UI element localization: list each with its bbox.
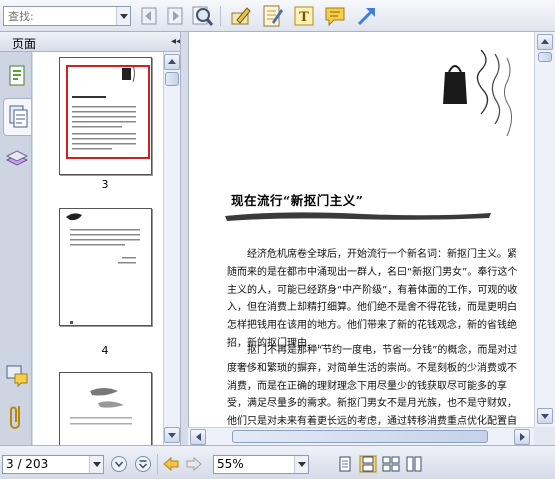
scroll-thumb[interactable] (165, 72, 179, 86)
chapter-illustration (443, 49, 513, 137)
text-tool-button[interactable]: T (292, 4, 316, 28)
pages-icon (9, 105, 28, 128)
sidebar-tab-strip (0, 52, 32, 445)
prev-result-button[interactable] (137, 4, 161, 28)
thumbnail-scrollbar[interactable] (163, 52, 180, 445)
search-box[interactable] (3, 6, 131, 26)
advanced-search-icon (192, 6, 214, 26)
go-back-button[interactable] (162, 455, 180, 473)
comment-tool-icon (325, 7, 345, 27)
page-dropdown-icon[interactable] (89, 456, 103, 473)
note-tool-button[interactable] (260, 4, 284, 28)
layers-icon (5, 150, 29, 166)
scroll-down-icon[interactable] (164, 427, 180, 443)
svg-text:T: T (299, 10, 309, 25)
scroll-up-icon[interactable] (537, 34, 553, 50)
document-page: 现在流行“新抠门主义” 经济危机席卷全球后，开始流行一个新名词：新抠门主义。紧随… (197, 32, 534, 427)
article-title: 现在流行“新抠门主义” (231, 193, 364, 208)
comments-icon (6, 365, 28, 388)
next-result-button[interactable] (163, 4, 187, 28)
continuous-icon (359, 455, 377, 473)
text-tool-icon: T (294, 6, 314, 26)
toolbar: T (0, 0, 555, 32)
go-forward-button[interactable] (185, 455, 203, 473)
continuous-button[interactable] (359, 455, 377, 473)
arrow-tool-button[interactable] (355, 4, 379, 28)
comments-tab[interactable] (3, 358, 31, 396)
search-dropdown-icon[interactable] (116, 7, 130, 25)
thumbnails-tab[interactable] (3, 58, 31, 96)
zoom-select[interactable]: 55% (213, 455, 309, 474)
document-horizontal-scrollbar[interactable] (188, 427, 534, 445)
scroll-thumb[interactable] (232, 430, 488, 443)
comment-tool-button[interactable] (323, 4, 347, 28)
advanced-search-button[interactable] (190, 4, 214, 28)
thumbnail-page-4[interactable] (59, 208, 152, 326)
scrollbar-corner (534, 427, 555, 445)
thumbnail-panel[interactable]: 3 4 (33, 52, 163, 445)
paperclip-icon (10, 406, 20, 429)
sidebar-title: 页面 (12, 37, 37, 51)
page-number-field[interactable]: 3 / 203 (2, 455, 104, 474)
scroll-thumb[interactable] (538, 52, 552, 62)
next-page-button[interactable] (110, 455, 128, 473)
layers-tab[interactable] (3, 140, 31, 178)
thumbnail-page-number: 3 (101, 178, 109, 191)
select-tool-icon (231, 7, 251, 25)
thumbnail-page-content (72, 65, 136, 150)
zoom-dropdown-icon[interactable] (294, 456, 308, 473)
scroll-right-icon[interactable] (514, 429, 530, 445)
thumbnail-page-5[interactable] (59, 372, 152, 445)
single-page-button[interactable] (336, 455, 354, 473)
facing-icon (382, 456, 400, 472)
scroll-down-icon[interactable] (537, 408, 553, 424)
next-result-icon (167, 7, 183, 25)
paragraph: 抠门不再是那种“节约一度电，节省一分钱”的概念，而是对过度奢侈和繁琐的摒弃，对简… (227, 345, 518, 427)
page-up-icon (135, 456, 151, 472)
facing-button[interactable] (382, 455, 400, 473)
single-page-icon (339, 456, 351, 472)
scroll-up-icon[interactable] (164, 54, 180, 70)
page-down-icon (111, 456, 127, 472)
page-indicator: 3 / 203 (6, 457, 49, 471)
forward-icon (186, 456, 202, 472)
sidebar-splitter[interactable] (180, 32, 188, 445)
back-icon (163, 456, 179, 472)
thumbnail-page-content (70, 388, 132, 425)
document-vertical-scrollbar[interactable] (534, 32, 555, 427)
facing-continuous-icon (406, 456, 422, 472)
attachments-tab[interactable] (3, 398, 31, 436)
thumbnails-icon (9, 65, 25, 86)
zoom-value: 55% (217, 457, 244, 471)
thumbnail-page-content (66, 213, 140, 324)
pages-tab[interactable] (3, 98, 31, 136)
status-bar: 3 / 203 55% (0, 445, 555, 479)
prev-result-icon (141, 7, 157, 25)
statusbar-separator (157, 454, 158, 474)
thumbnail-page-3[interactable] (59, 57, 152, 175)
document-view[interactable]: 现在流行“新抠门主义” 经济危机席卷全球后，开始流行一个新名词：新抠门主义。紧随… (188, 32, 534, 427)
search-input[interactable] (4, 7, 118, 25)
scroll-left-icon[interactable] (190, 429, 206, 445)
arrow-tool-icon (357, 8, 375, 26)
sidebar-header: 页面 ◂◂ (0, 32, 187, 52)
paragraph: 经济危机席卷全球后，开始流行一个新名词：新抠门主义。紧随而来的是在都市中涌现出一… (227, 249, 518, 349)
title-brush-stroke (225, 212, 491, 221)
prev-page-button[interactable] (134, 455, 152, 473)
thumbnail-page-number: 4 (101, 344, 109, 357)
toolbar-separator (220, 6, 221, 26)
pdf-reader-window: T 页面 ◂◂ (0, 0, 555, 479)
note-tool-icon (263, 5, 283, 27)
facing-continuous-button[interactable] (405, 455, 423, 473)
select-tool-button[interactable] (229, 4, 253, 28)
